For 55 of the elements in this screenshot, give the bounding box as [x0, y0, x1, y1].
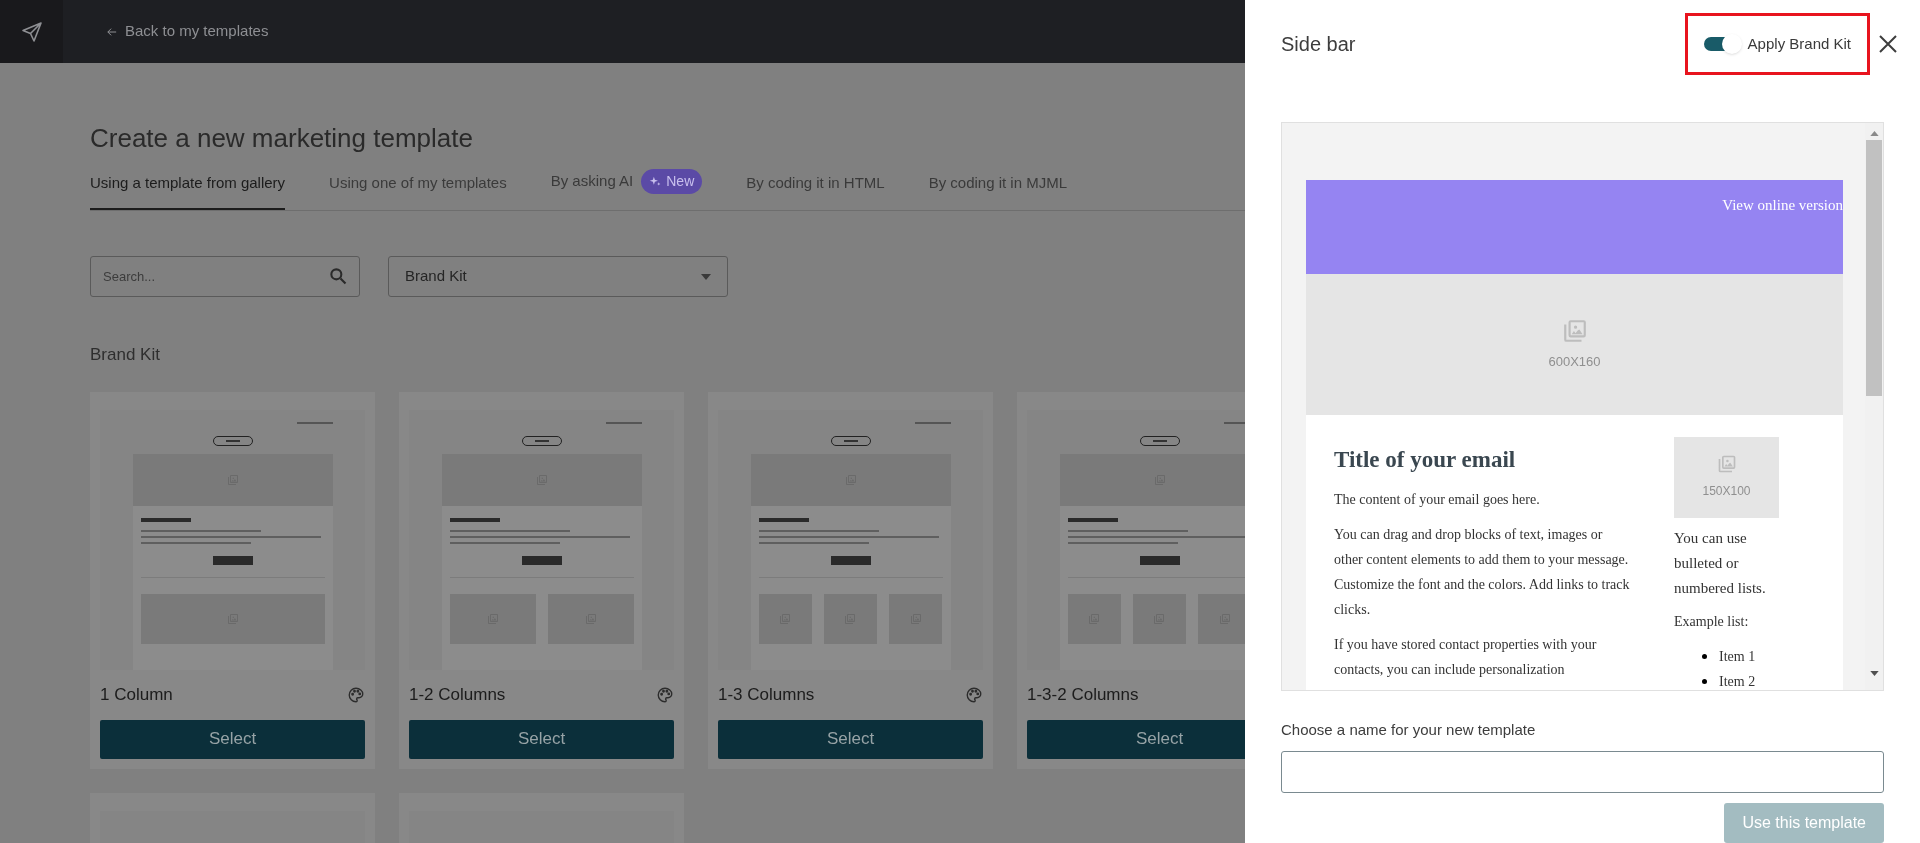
- select-button[interactable]: Select: [718, 719, 983, 759]
- view-online-link[interactable]: View online version: [1722, 193, 1843, 274]
- tab[interactable]: By asking AI New: [550, 169, 703, 210]
- image-icon: [1716, 454, 1737, 475]
- tab[interactable]: Using a template from gallery: [90, 171, 286, 210]
- panel-title: Side bar: [1281, 31, 1356, 57]
- tab-label: By coding it in HTML: [746, 172, 885, 193]
- caret-icon: [701, 273, 711, 280]
- template-name: 1-3 Columns: [718, 683, 815, 706]
- scroll-up-icon[interactable]: [1869, 130, 1879, 136]
- close-icon[interactable]: [1878, 33, 1898, 54]
- tab[interactable]: By coding it in MJML: [928, 171, 1068, 210]
- toggle-switch[interactable]: [1703, 36, 1740, 51]
- email-title: Title of your email: [1334, 445, 1517, 474]
- email-paragraph: You can drag and drop blocks of text, images or other content elements to add them to your message. Customize the font and the colors. Add links to track clicks.: [1334, 526, 1631, 620]
- list-item: Item 2: [1719, 672, 1756, 690]
- select-button[interactable]: Select: [409, 719, 674, 759]
- button-drawing: [1139, 555, 1180, 565]
- tab[interactable]: Using one of my templates: [329, 171, 507, 210]
- brand-kit-dropdown[interactable]: Brand Kit: [388, 256, 728, 297]
- arrow-left-icon: [107, 26, 117, 37]
- template-name-field[interactable]: [1281, 751, 1884, 793]
- list-label: Example list:: [1674, 612, 1750, 631]
- image-size-label: 600X160: [1548, 352, 1601, 371]
- paper-plane-icon[interactable]: [19, 19, 44, 44]
- template-name: 1-2 Columns: [409, 683, 506, 706]
- image-size-label: 150X100: [1702, 483, 1751, 501]
- scroll-down-icon[interactable]: [1869, 670, 1879, 676]
- search-icon[interactable]: [328, 266, 348, 286]
- new-badge: New: [641, 169, 703, 194]
- tab-label: Using a template from gallery: [90, 172, 286, 193]
- list-item: Item 1: [1719, 647, 1756, 666]
- field-label: Choose a name for your new template: [1281, 719, 1537, 740]
- email-paragraph: If you have stored contact properties with your contacts, you can include personalization: [1334, 636, 1598, 680]
- side-text: You can use bulleted or numbered lists.: [1674, 528, 1767, 598]
- template-name: 1 Column: [100, 683, 173, 706]
- button-drawing: [521, 555, 562, 565]
- bullet-icon: [1702, 678, 1707, 684]
- search-field[interactable]: Search...: [90, 256, 360, 297]
- bullet-icon: [1702, 653, 1707, 659]
- template-name: 1-3-2 Columns: [1027, 683, 1139, 706]
- back-link[interactable]: Back to my templates: [107, 20, 269, 43]
- tab[interactable]: By coding it in HTML: [746, 171, 885, 210]
- select-button[interactable]: Select: [1027, 719, 1245, 759]
- button-drawing: [830, 555, 871, 565]
- tab-label: By coding it in MJML: [928, 172, 1068, 193]
- section-title: Brand Kit: [90, 344, 161, 366]
- tab-label: Using one of my templates: [329, 172, 507, 193]
- button-drawing: [212, 555, 253, 565]
- page-title: Create a new marketing template: [90, 125, 474, 151]
- image-icon: [1561, 317, 1588, 344]
- toggle-label: Apply Brand Kit: [1747, 33, 1851, 54]
- email-paragraph: The content of your email goes here.: [1334, 491, 1541, 510]
- tab-label: By asking AI: [550, 171, 634, 192]
- select-button[interactable]: Select: [100, 719, 365, 759]
